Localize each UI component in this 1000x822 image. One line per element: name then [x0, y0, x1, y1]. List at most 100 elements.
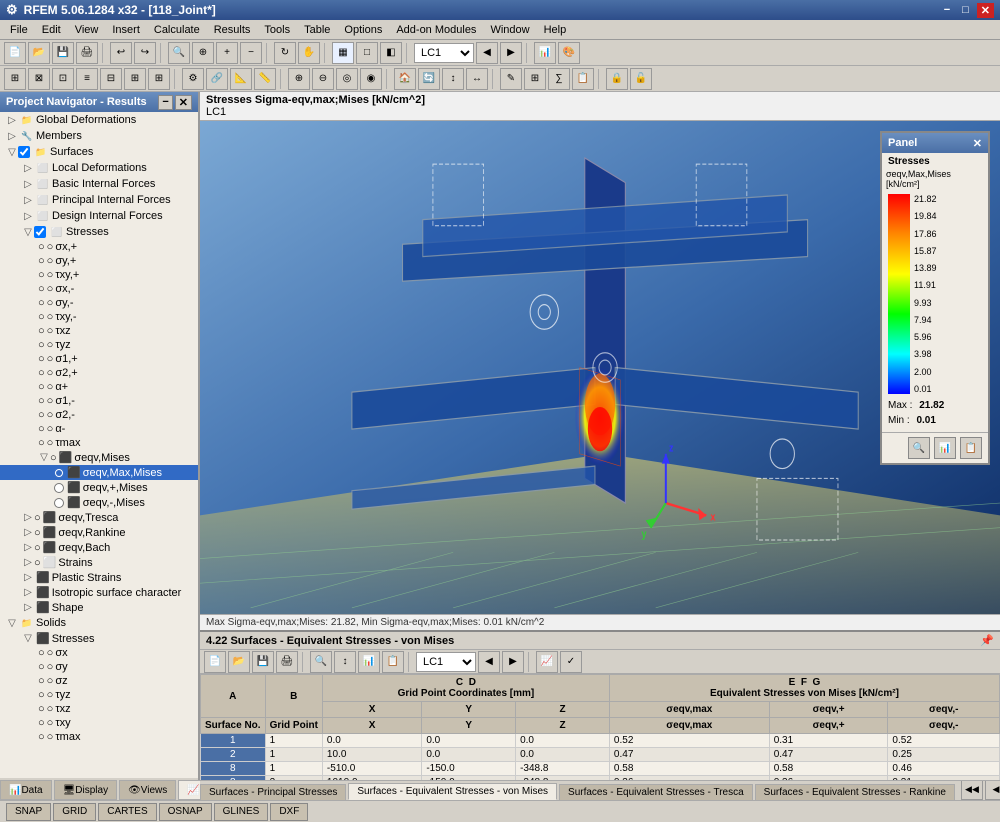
tree-item-principal-forces[interactable]: ▷ ⬜ Principal Internal Forces — [0, 192, 198, 208]
radio-eqv-max-mises[interactable] — [54, 468, 64, 478]
menu-item-window[interactable]: Window — [484, 22, 535, 38]
menu-item-tools[interactable]: Tools — [258, 22, 296, 38]
toggle-design-forces[interactable]: ▷ — [22, 210, 34, 222]
tree-stress-bach[interactable]: ▷ ○ ⬛ σeqv,Bach — [0, 540, 198, 555]
toggle-global-def[interactable]: ▷ — [6, 114, 18, 126]
t2-btn6[interactable]: ⊞ — [124, 68, 146, 90]
color-panel-close[interactable]: ✕ — [973, 137, 982, 150]
results-table-wrap[interactable]: A B C D Grid Point Coordinates [mm] — [200, 674, 1000, 780]
tree-stress-a-plus[interactable]: ○○α+ — [0, 380, 198, 394]
tree-stress-eqv-mises[interactable]: ▽ ○ ⬛ σeqv,Mises — [0, 450, 198, 465]
menu-item-help[interactable]: Help — [538, 22, 573, 38]
toggle-stresses[interactable]: ▽ — [22, 226, 34, 238]
t2-btn14[interactable]: ◎ — [336, 68, 358, 90]
results-open-btn[interactable]: 📂 — [228, 651, 250, 673]
tree-solids[interactable]: ▽ 📁 Solids — [0, 615, 198, 631]
t2-btn21[interactable]: ⊞ — [524, 68, 546, 90]
tree-stress-a-minus[interactable]: ○○α- — [0, 422, 198, 436]
tree-solid-sx[interactable]: ○○σx — [0, 646, 198, 660]
t2-btn15[interactable]: ◉ — [360, 68, 382, 90]
results-export-btn[interactable]: 📋 — [382, 651, 404, 673]
cartes-button[interactable]: CARTES — [98, 803, 156, 821]
osnap-button[interactable]: OSNAP — [159, 803, 212, 821]
toggle-basic-forces[interactable]: ▷ — [22, 178, 34, 190]
tree-stress-s2-minus[interactable]: ○○σ2,- — [0, 408, 198, 422]
tree-solid-sz[interactable]: ○○σz — [0, 674, 198, 688]
open-button[interactable]: 📂 — [28, 42, 50, 64]
menu-item-options[interactable]: Options — [338, 22, 388, 38]
tree-stress-tresca[interactable]: ▷ ○ ⬛ σeqv,Tresca — [0, 510, 198, 525]
nav-tab-views[interactable]: 👁 Views — [119, 780, 176, 800]
results-filter-btn[interactable]: 🔍 — [310, 651, 332, 673]
t2-btn25[interactable]: 🔓 — [630, 68, 652, 90]
tree-shape[interactable]: ▷ ⬛ Shape — [0, 600, 198, 615]
t2-btn1[interactable]: ⊞ — [4, 68, 26, 90]
tab-scroll-prev[interactable]: ◀ — [985, 780, 1000, 800]
menu-item-edit[interactable]: Edit — [36, 22, 67, 38]
tree-item-basic-forces[interactable]: ▷ ⬜ Basic Internal Forces — [0, 176, 198, 192]
view-btn1[interactable]: □ — [356, 42, 378, 64]
minimize-button[interactable]: − — [940, 3, 954, 18]
results-print-btn[interactable]: 🖨 — [276, 651, 298, 673]
print-button[interactable]: 🖨 — [76, 42, 98, 64]
prev-lc-btn[interactable]: ◀ — [476, 42, 498, 64]
t2-btn20[interactable]: ✎ — [500, 68, 522, 90]
tree-item-members[interactable]: ▷ 🔧 Members — [0, 128, 198, 144]
radio-eqv-minus-mises[interactable] — [54, 498, 64, 508]
new-button[interactable]: 📄 — [4, 42, 26, 64]
results-pin-icon[interactable]: 📌 — [980, 634, 994, 647]
tree-stress-txz[interactable]: ○○τxz — [0, 324, 198, 338]
tree-stress-txy-minus[interactable]: ○○τxy,- — [0, 310, 198, 324]
t2-btn7[interactable]: ⊞ — [148, 68, 170, 90]
tree-stress-tyz[interactable]: ○○τyz — [0, 338, 198, 352]
t2-btn24[interactable]: 🔒 — [606, 68, 628, 90]
nav-tab-display[interactable]: 🖥 Display — [54, 780, 118, 800]
tree-stress-txy-plus[interactable]: ○○τxy,+ — [0, 268, 198, 282]
surfaces-checkbox[interactable] — [18, 146, 30, 158]
t2-btn16[interactable]: 🏠 — [394, 68, 416, 90]
t2-btn13[interactable]: ⊖ — [312, 68, 334, 90]
t2-btn17[interactable]: 🔄 — [418, 68, 440, 90]
t2-btn19[interactable]: ↔ — [466, 68, 488, 90]
results-check-btn[interactable]: ✓ — [560, 651, 582, 673]
tree-stress-rankine[interactable]: ▷ ○ ⬛ σeqv,Rankine — [0, 525, 198, 540]
menu-item-insert[interactable]: Insert — [106, 22, 146, 38]
tree-item-stresses[interactable]: ▽ ⬜ Stresses — [0, 224, 198, 240]
color-tool-export[interactable]: 📋 — [960, 437, 982, 459]
result-plot-btn[interactable]: 📊 — [534, 42, 556, 64]
results-chart-btn[interactable]: 📊 — [358, 651, 380, 673]
t2-btn8[interactable]: ⚙ — [182, 68, 204, 90]
color-tool-zoom[interactable]: 🔍 — [908, 437, 930, 459]
menu-item-view[interactable]: View — [69, 22, 105, 38]
results-lc-combo[interactable]: LC1 — [416, 652, 476, 672]
tree-solid-tmax[interactable]: ○○τmax — [0, 730, 198, 744]
next-lc-btn[interactable]: ▶ — [500, 42, 522, 64]
nav-tab-data[interactable]: 📊 Data — [0, 780, 52, 800]
color-tool-chart[interactable]: 📊 — [934, 437, 956, 459]
tree-stress-sy-minus[interactable]: ○○σy,- — [0, 296, 198, 310]
nav-close-button[interactable]: ✕ — [175, 95, 192, 110]
stresses-checkbox[interactable] — [34, 226, 46, 238]
t2-btn18[interactable]: ↕ — [442, 68, 464, 90]
tree-stress-s1-plus[interactable]: ○○σ1,+ — [0, 352, 198, 366]
toggle-members[interactable]: ▷ — [6, 130, 18, 142]
results-next-btn[interactable]: ▶ — [502, 651, 524, 673]
zoom-in-btn[interactable]: + — [216, 42, 238, 64]
maximize-button[interactable]: □ — [958, 3, 973, 18]
tree-isotropic[interactable]: ▷ ⬛ Isotropic surface character — [0, 585, 198, 600]
tree-stress-sx-plus[interactable]: ○○σx,+ — [0, 240, 198, 254]
stress-radio-sx-plus[interactable]: ○ — [47, 241, 54, 253]
tab-scroll-first[interactable]: ◀◀ — [961, 780, 983, 800]
t2-btn22[interactable]: ∑ — [548, 68, 570, 90]
render-btn[interactable]: ▦ — [332, 42, 354, 64]
dxf-button[interactable]: DXF — [270, 803, 308, 821]
redo-button[interactable]: ↪ — [134, 42, 156, 64]
toggle-local-def[interactable]: ▷ — [22, 162, 34, 174]
snap-button[interactable]: SNAP — [6, 803, 51, 821]
view-btn2[interactable]: ◧ — [380, 42, 402, 64]
results-tab-vonmises[interactable]: Surfaces - Equivalent Stresses - von Mis… — [348, 783, 557, 800]
results-sort-btn[interactable]: ↕ — [334, 651, 356, 673]
toggle-eqv-mises[interactable]: ▽ — [38, 452, 50, 464]
t2-btn23[interactable]: 📋 — [572, 68, 594, 90]
tree-solids-stresses[interactable]: ▽ ⬛ Stresses — [0, 631, 198, 646]
